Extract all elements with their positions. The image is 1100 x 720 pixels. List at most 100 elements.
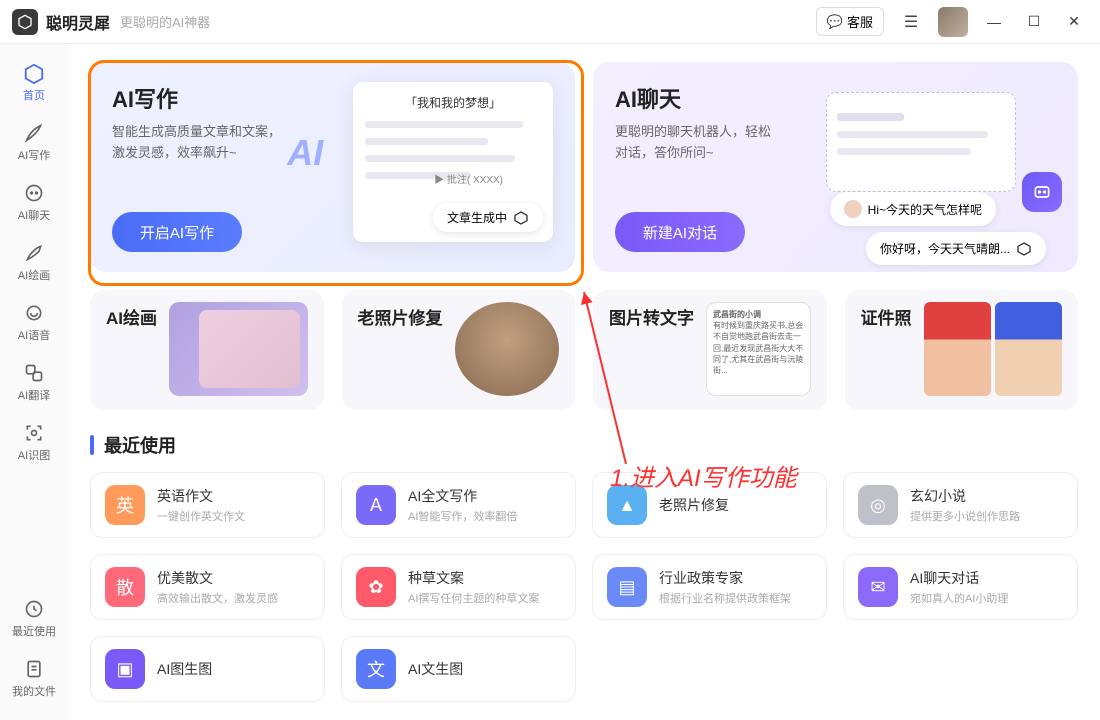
voice-icon xyxy=(23,302,45,324)
recent-title: 种草文案 xyxy=(408,568,539,588)
sidebar-item-label: 我的文件 xyxy=(12,683,56,699)
avatar[interactable] xyxy=(938,7,968,37)
service-label: 客服 xyxy=(847,12,873,31)
sidebar-item-label: 最近使用 xyxy=(12,623,56,639)
doc-title: 「我和我的梦想」 xyxy=(365,94,541,111)
sidebar-item-chat[interactable]: AI聊天 xyxy=(6,174,62,230)
tool-thumb xyxy=(169,302,308,396)
recent-card[interactable]: 英 英语作文 一键创作英文作文 xyxy=(90,472,325,538)
recent-title: AI文生图 xyxy=(408,659,463,679)
recent-icon: ◎ xyxy=(858,485,898,525)
maximize-button[interactable]: ☐ xyxy=(1020,8,1048,36)
hero-desc: 更聪明的聊天机器人，轻松对话，答你所问~ xyxy=(615,122,800,164)
recent-icon: ▤ xyxy=(607,567,647,607)
chat-fab-icon xyxy=(1022,172,1062,212)
sidebar-item-label: AI翻译 xyxy=(18,387,50,403)
sidebar-item-writing[interactable]: AI写作 xyxy=(6,114,62,170)
tool-title: 证件照 xyxy=(861,304,912,329)
sidebar: 首页 AI写作 AI聊天 AI绘画 AI语音 AI翻译 AI识图 最 xyxy=(0,44,68,720)
bubble-avatar-icon xyxy=(844,200,862,218)
recent-card[interactable]: A AI全文写作 AI智能写作，效率翻倍 xyxy=(341,472,576,538)
recent-title: 行业政策专家 xyxy=(659,568,791,588)
recent-card[interactable]: ▣ AI图生图 xyxy=(90,636,325,702)
brush-icon xyxy=(23,242,45,264)
recent-card[interactable]: ✿ 种草文案 AI撰写任何主题的种草文案 xyxy=(341,554,576,620)
sidebar-item-paint[interactable]: AI绘画 xyxy=(6,234,62,290)
titlebar: 聪明灵犀 更聪明的AI神器 💬 客服 ☰ — ☐ ✕ xyxy=(0,0,1100,44)
app-name: 聪明灵犀 xyxy=(46,10,110,34)
chat-icon xyxy=(23,182,45,204)
tool-ai-paint[interactable]: AI绘画 xyxy=(90,290,324,410)
chat-icon: 💬 xyxy=(827,14,843,30)
tool-id-photo[interactable]: 证件照 xyxy=(845,290,1079,410)
tool-ocr[interactable]: 图片转文字 武昌街的小调有时候到重庆路买书,总会不自觉地跑武昌街去走一回,最近发… xyxy=(593,290,827,410)
service-button[interactable]: 💬 客服 xyxy=(816,7,884,36)
recent-card[interactable]: ▲ 老照片修复 xyxy=(592,472,827,538)
recent-card[interactable]: ✉ AI聊天对话 宛如真人的AI小助理 xyxy=(843,554,1078,620)
menu-icon[interactable]: ☰ xyxy=(896,7,926,37)
recent-desc: 提供更多小说创作思路 xyxy=(910,508,1020,524)
recent-icon: ✿ xyxy=(356,567,396,607)
sidebar-item-label: AI语音 xyxy=(18,327,50,343)
tool-title: AI绘画 xyxy=(106,304,157,329)
sidebar-item-scan[interactable]: AI识图 xyxy=(6,414,62,470)
recent-card[interactable]: 散 优美散文 高效输出散文，激发灵感 xyxy=(90,554,325,620)
doc-mock: 「我和我的梦想」 ▶ 批注( XXXX) 文章生成中 xyxy=(353,82,553,242)
chat-bubble: 你好呀，今天天气晴朗... xyxy=(866,232,1046,265)
chat-mock xyxy=(826,92,1016,192)
sidebar-item-files[interactable]: 我的文件 xyxy=(6,650,62,706)
section-header: 最近使用 xyxy=(90,432,1078,458)
recent-desc: 宛如真人的AI小助理 xyxy=(910,590,1008,606)
sidebar-item-translate[interactable]: AI翻译 xyxy=(6,354,62,410)
sidebar-item-label: AI识图 xyxy=(18,447,50,463)
sidebar-item-label: 首页 xyxy=(23,87,45,103)
recent-card[interactable]: ▤ 行业政策专家 根据行业名称提供政策框架 xyxy=(592,554,827,620)
main-content: AI写作 智能生成高质量文章和文案，激发灵感，效率飙升~ 开启AI写作 AI 「… xyxy=(68,44,1100,720)
tool-title: 老照片修复 xyxy=(358,304,443,329)
pen-icon xyxy=(23,122,45,144)
start-writing-button[interactable]: 开启AI写作 xyxy=(112,212,242,252)
recent-icon: 英 xyxy=(105,485,145,525)
recent-desc: 根据行业名称提供政策框架 xyxy=(659,590,791,606)
sidebar-item-recent[interactable]: 最近使用 xyxy=(6,590,62,646)
hero-writing-card[interactable]: AI写作 智能生成高质量文章和文案，激发灵感，效率飙升~ 开启AI写作 AI 「… xyxy=(90,62,575,272)
minimize-button[interactable]: — xyxy=(980,8,1008,36)
recent-desc: AI智能写作，效率翻倍 xyxy=(408,508,517,524)
translate-icon xyxy=(23,362,45,384)
recent-title: 英语作文 xyxy=(157,486,245,506)
section-title: 最近使用 xyxy=(104,432,176,458)
recent-title: AI聊天对话 xyxy=(910,568,1008,588)
tool-photo-restore[interactable]: 老照片修复 xyxy=(342,290,576,410)
sidebar-item-voice[interactable]: AI语音 xyxy=(6,294,62,350)
recent-grid: 英 英语作文 一键创作英文作文A AI全文写作 AI智能写作，效率翻倍▲ 老照片… xyxy=(90,472,1078,702)
clock-icon xyxy=(23,598,45,620)
home-icon xyxy=(23,62,45,84)
hero-desc: 智能生成高质量文章和文案，激发灵感，效率飙升~ xyxy=(112,122,297,164)
recent-icon: 文 xyxy=(356,649,396,689)
recent-title: AI全文写作 xyxy=(408,486,517,506)
sidebar-item-home[interactable]: 首页 xyxy=(6,54,62,110)
recent-icon: 散 xyxy=(105,567,145,607)
tool-thumb: 武昌街的小调有时候到重庆路买书,总会不自觉地跑武昌街去走一回,最近发现武昌街大大… xyxy=(706,302,811,396)
doc-note: ▶ 批注( XXXX) xyxy=(434,171,503,186)
recent-icon: ▲ xyxy=(607,485,647,525)
hero-title: AI聊天 xyxy=(615,82,800,114)
recent-icon: A xyxy=(356,485,396,525)
section-bar-icon xyxy=(90,435,94,455)
recent-card[interactable]: ◎ 玄幻小说 提供更多小说创作思路 xyxy=(843,472,1078,538)
sidebar-item-label: AI绘画 xyxy=(18,267,50,283)
hero-chat-card[interactable]: AI聊天 更聪明的聊天机器人，轻松对话，答你所问~ 新建AI对话 xyxy=(593,62,1078,272)
recent-icon: ✉ xyxy=(858,567,898,607)
recent-title: 老照片修复 xyxy=(659,495,729,515)
recent-card[interactable]: 文 AI文生图 xyxy=(341,636,576,702)
recent-desc: AI撰写任何主题的种草文案 xyxy=(408,590,539,606)
chat-bubble: Hi~今天的天气怎样呢 xyxy=(830,192,996,226)
new-chat-button[interactable]: 新建AI对话 xyxy=(615,212,745,252)
hero-title: AI写作 xyxy=(112,82,297,114)
ai-badge: AI xyxy=(287,132,323,174)
sidebar-item-label: AI写作 xyxy=(18,147,50,163)
recent-icon: ▣ xyxy=(105,649,145,689)
close-button[interactable]: ✕ xyxy=(1060,8,1088,36)
app-tagline: 更聪明的AI神器 xyxy=(120,12,210,31)
logo-icon xyxy=(12,9,38,35)
